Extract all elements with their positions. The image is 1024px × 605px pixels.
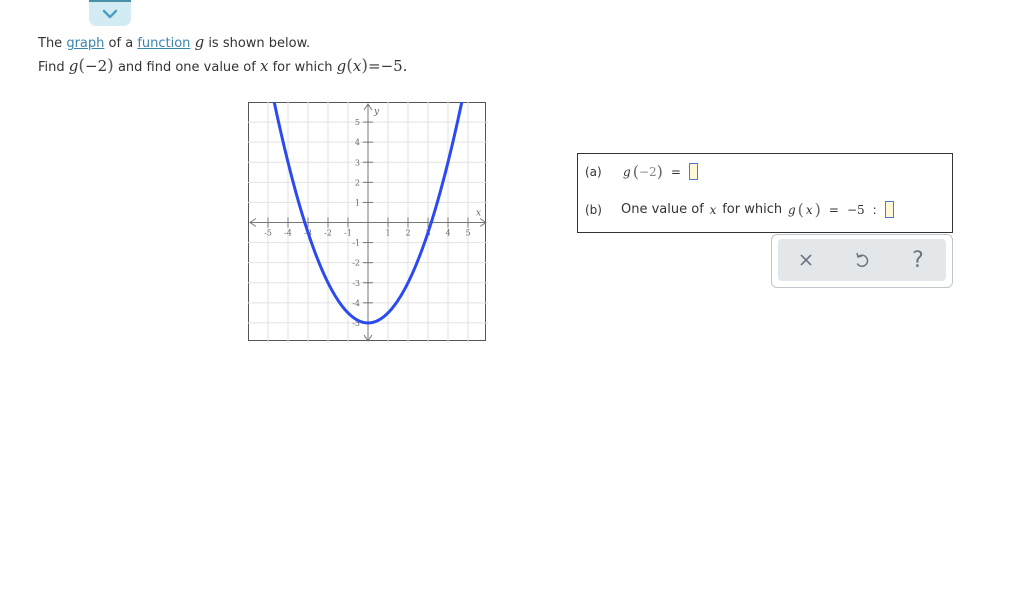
y-tick-label: 3 (355, 158, 360, 167)
part-label-b: (b) (585, 202, 602, 217)
y-tick-label: 2 (355, 178, 360, 187)
question-text: One value of (621, 202, 704, 217)
action-bar: ? (778, 239, 946, 281)
undo-icon (856, 252, 869, 268)
function-argument: x (805, 202, 813, 217)
prompt-text: of a (108, 36, 134, 51)
equals-sign: = (367, 57, 381, 75)
answer-input-b[interactable] (884, 201, 894, 218)
close-paren: ) (656, 162, 663, 181)
x-tick-label: 4 (445, 229, 450, 238)
collapse-tab-button[interactable] (89, 0, 131, 26)
y-tick-label: -3 (352, 279, 360, 288)
function-variable: g (623, 164, 631, 179)
prompt-text: for which (272, 60, 333, 75)
open-paren: ( (797, 200, 804, 219)
prompt-text: Find (38, 60, 65, 75)
chevron-down-icon (102, 9, 118, 19)
equals-sign: = (828, 202, 839, 217)
prompt-text: The (38, 36, 63, 51)
x-tick-label: -5 (264, 229, 272, 238)
y-tick-label: -1 (352, 239, 360, 248)
function-variable: g (336, 57, 347, 75)
y-tick-label: 5 (355, 118, 360, 127)
prompt-text: and find one value of (117, 60, 256, 75)
open-paren: ( (346, 56, 353, 76)
close-icon (800, 254, 812, 266)
close-paren: ) (814, 200, 821, 219)
x-tick-label: 5 (465, 229, 470, 238)
part-label-a: (a) (585, 164, 602, 179)
graph-link[interactable]: graph (66, 36, 104, 51)
equals-sign: = (670, 164, 681, 179)
x-variable: x (709, 202, 717, 217)
clear-button[interactable] (786, 242, 826, 278)
x-tick-label: -4 (284, 229, 292, 238)
x-axis-label: x (476, 209, 481, 219)
prompt-line-2: Find g(−2) and find one value of x for w… (38, 56, 407, 76)
prompt-text: is shown below. (208, 36, 311, 51)
help-button[interactable]: ? (898, 242, 938, 278)
graph-canvas: -5 -4 -3 -2 -1 1 2 3 4 554321-1-2-3-4-5 x y (248, 102, 488, 343)
x-tick-label: 1 (385, 229, 390, 238)
y-tick-label: -2 (352, 259, 360, 268)
function-graph: -5 -4 -3 -2 -1 1 2 3 4 5 5 4 3 2 1 -1 -2 -3 -4 -5 x y (248, 102, 488, 343)
y-axis-label: y (373, 107, 380, 117)
function-variable: g (787, 202, 796, 217)
y-tick-label: 1 (355, 198, 360, 207)
y-tick-label: -4 (352, 299, 360, 308)
question-text: for which (722, 202, 783, 217)
x-variable: x (259, 57, 269, 75)
axes (249, 103, 487, 342)
x-tick-label: -2 (324, 229, 332, 238)
close-paren: ) (107, 56, 114, 76)
action-panel: ? (771, 234, 953, 288)
answer-box: (a) g(−2) = (b) One value of x for which… (577, 153, 953, 233)
x-tick-label: -1 (344, 229, 352, 238)
close-paren: ) (361, 56, 368, 76)
function-variable: g (194, 33, 205, 51)
colon: : (872, 202, 877, 217)
function-argument: −2 (85, 57, 108, 75)
target-value: −5 (846, 202, 865, 217)
function-argument: −2 (638, 164, 657, 179)
answer-row-a: (a) g(−2) = (585, 162, 698, 181)
answer-input-a[interactable] (688, 163, 698, 180)
function-variable: g (68, 57, 79, 75)
help-icon: ? (912, 247, 924, 273)
undo-button[interactable] (842, 242, 882, 278)
y-tick-label: 4 (355, 138, 360, 147)
prompt-line-1: The graph of a function g is shown below… (38, 33, 310, 51)
x-tick-label: 2 (405, 229, 410, 238)
answer-row-b: (b) One value of x for which g(x) = −5 : (585, 200, 894, 219)
target-value: −5. (380, 57, 408, 75)
function-link[interactable]: function (137, 36, 190, 51)
